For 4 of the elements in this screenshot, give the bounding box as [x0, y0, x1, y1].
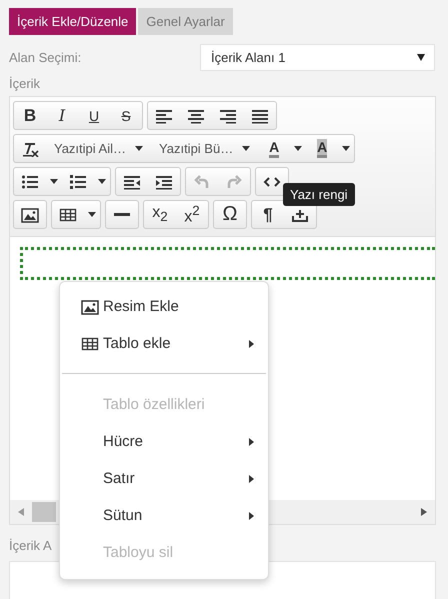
- field-label: İçerik A: [9, 537, 52, 555]
- content-label: İçerik: [9, 75, 42, 93]
- area-label: Alan Seçimi:: [9, 50, 82, 65]
- tooltip: Yazı rengi: [283, 183, 355, 206]
